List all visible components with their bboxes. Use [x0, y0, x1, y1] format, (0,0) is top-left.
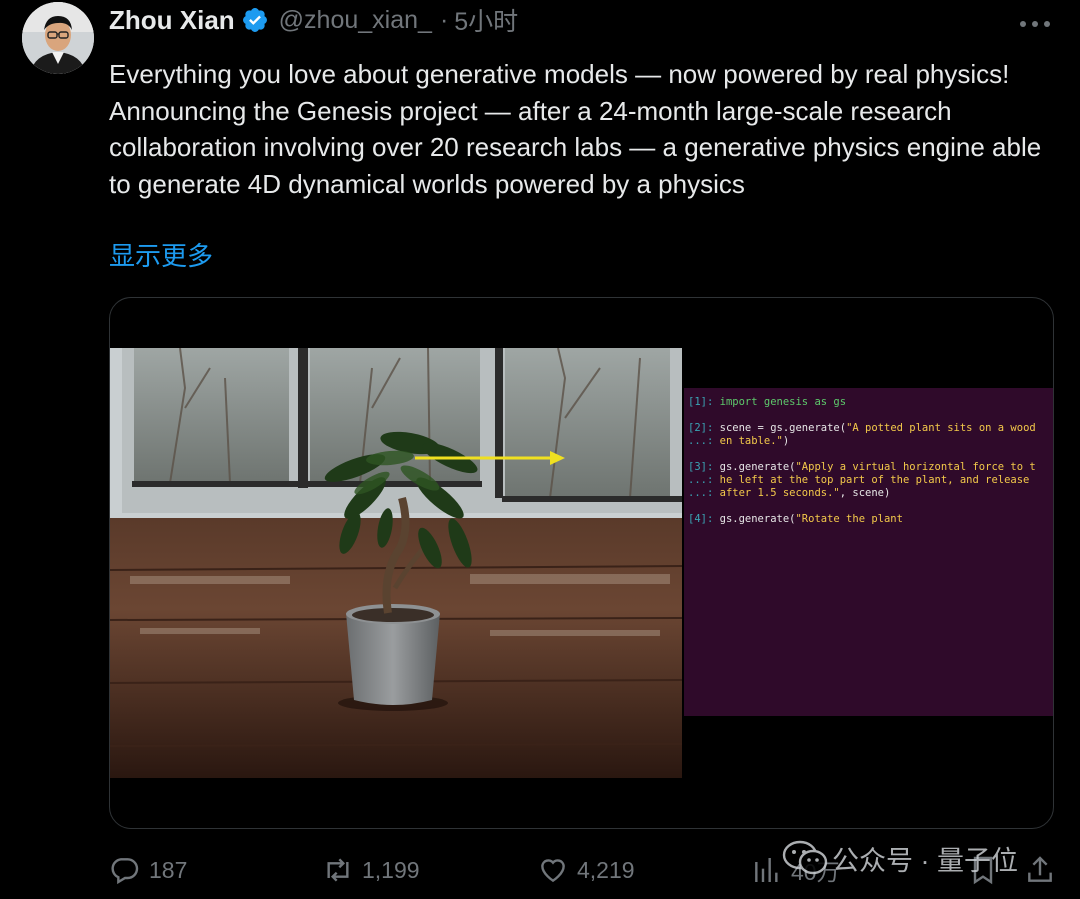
terminal-code: "Apply a virtual horizontal force to t	[795, 461, 1036, 473]
like-button[interactable]: 4,219	[537, 850, 635, 890]
terminal-gap	[688, 500, 1053, 513]
terminal-line: [3]: gs.generate("Apply a virtual horizo…	[688, 461, 1053, 474]
header-separator: ·	[439, 5, 449, 34]
terminal-line: ...: after 1.5 seconds.", scene)	[688, 487, 1053, 500]
author-handle[interactable]: @zhou_xian_	[279, 6, 432, 35]
wechat-logo-icon	[782, 840, 828, 875]
tweet-time[interactable]: 5小时	[454, 2, 518, 38]
avatar[interactable]	[22, 2, 94, 74]
terminal-prompt: [1]:	[688, 396, 714, 408]
views-chart-icon	[755, 858, 778, 882]
terminal-prompt: [3]:	[688, 461, 714, 473]
reply-button[interactable]: 187	[109, 850, 187, 890]
terminal-code: he left at the top part of the plant, an…	[713, 474, 1030, 486]
watermark-text: 公众号 · 量子位	[832, 845, 1018, 876]
author-name[interactable]: Zhou Xian	[109, 5, 235, 36]
tweet-text: Everything you love about generative mod…	[109, 56, 1069, 202]
terminal-code: gs.generate(	[713, 461, 796, 473]
repost-count: 1,199	[362, 856, 420, 883]
reply-count: 187	[149, 856, 188, 883]
terminal-prompt: ...:	[688, 435, 714, 447]
share-icon	[1028, 856, 1052, 882]
wechat-watermark: 公众号 · 量子位	[782, 838, 1018, 878]
terminal-code: "A potted plant sits on a wood	[846, 422, 1036, 434]
terminal-code: scene = gs.generate(	[713, 422, 847, 434]
media-card[interactable]: [1]: import genesis as gs [2]: scene = gs…	[109, 297, 1054, 829]
reply-icon	[111, 858, 139, 885]
show-more-link[interactable]: 显示更多	[109, 238, 213, 274]
terminal-line: ...: he left at the top part of the plan…	[688, 474, 1053, 487]
terminal-code: )	[782, 435, 790, 447]
terminal-prompt: ...:	[688, 487, 714, 499]
terminal-gap	[688, 409, 1053, 422]
avatar-portrait	[22, 2, 94, 74]
terminal-code: after 1.5 seconds."	[713, 487, 840, 499]
code-terminal: [1]: import genesis as gs [2]: scene = gs…	[684, 388, 1053, 716]
like-count: 4,219	[577, 856, 635, 883]
terminal-prompt: [2]:	[688, 422, 714, 434]
tweet-paragraph-2: Announcing the Genesis project — after a…	[109, 95, 1042, 199]
terminal-line: ...: en table.")	[688, 435, 1053, 448]
terminal-code: gs.generate(	[713, 513, 796, 525]
terminal-code: , scene)	[839, 487, 891, 499]
tweet-paragraph-1: Everything you love about generative mod…	[109, 59, 1010, 89]
terminal-prompt: ...:	[688, 474, 714, 486]
terminal-gap	[688, 448, 1053, 461]
terminal-line: [4]: gs.generate("Rotate the plant	[688, 513, 1053, 526]
plant-video-frame[interactable]	[110, 348, 682, 778]
verified-badge-icon[interactable]	[241, 6, 269, 34]
terminal-line: [2]: scene = gs.generate("A potted plant…	[688, 422, 1053, 435]
heart-icon	[541, 859, 565, 883]
repost-icon	[327, 858, 349, 882]
tweet-header: Zhou Xian @zhou_xian_ · 5小时	[109, 2, 518, 38]
terminal-code: "Rotate the plant	[795, 513, 903, 525]
terminal-prompt: [4]:	[688, 513, 714, 525]
terminal-code: import genesis as gs	[713, 396, 847, 408]
repost-button[interactable]: 1,199	[322, 850, 420, 890]
terminal-code: en table."	[713, 435, 783, 447]
more-options-icon[interactable]	[1018, 14, 1052, 34]
terminal-line: [1]: import genesis as gs	[688, 396, 1053, 409]
share-button[interactable]	[1024, 850, 1064, 890]
